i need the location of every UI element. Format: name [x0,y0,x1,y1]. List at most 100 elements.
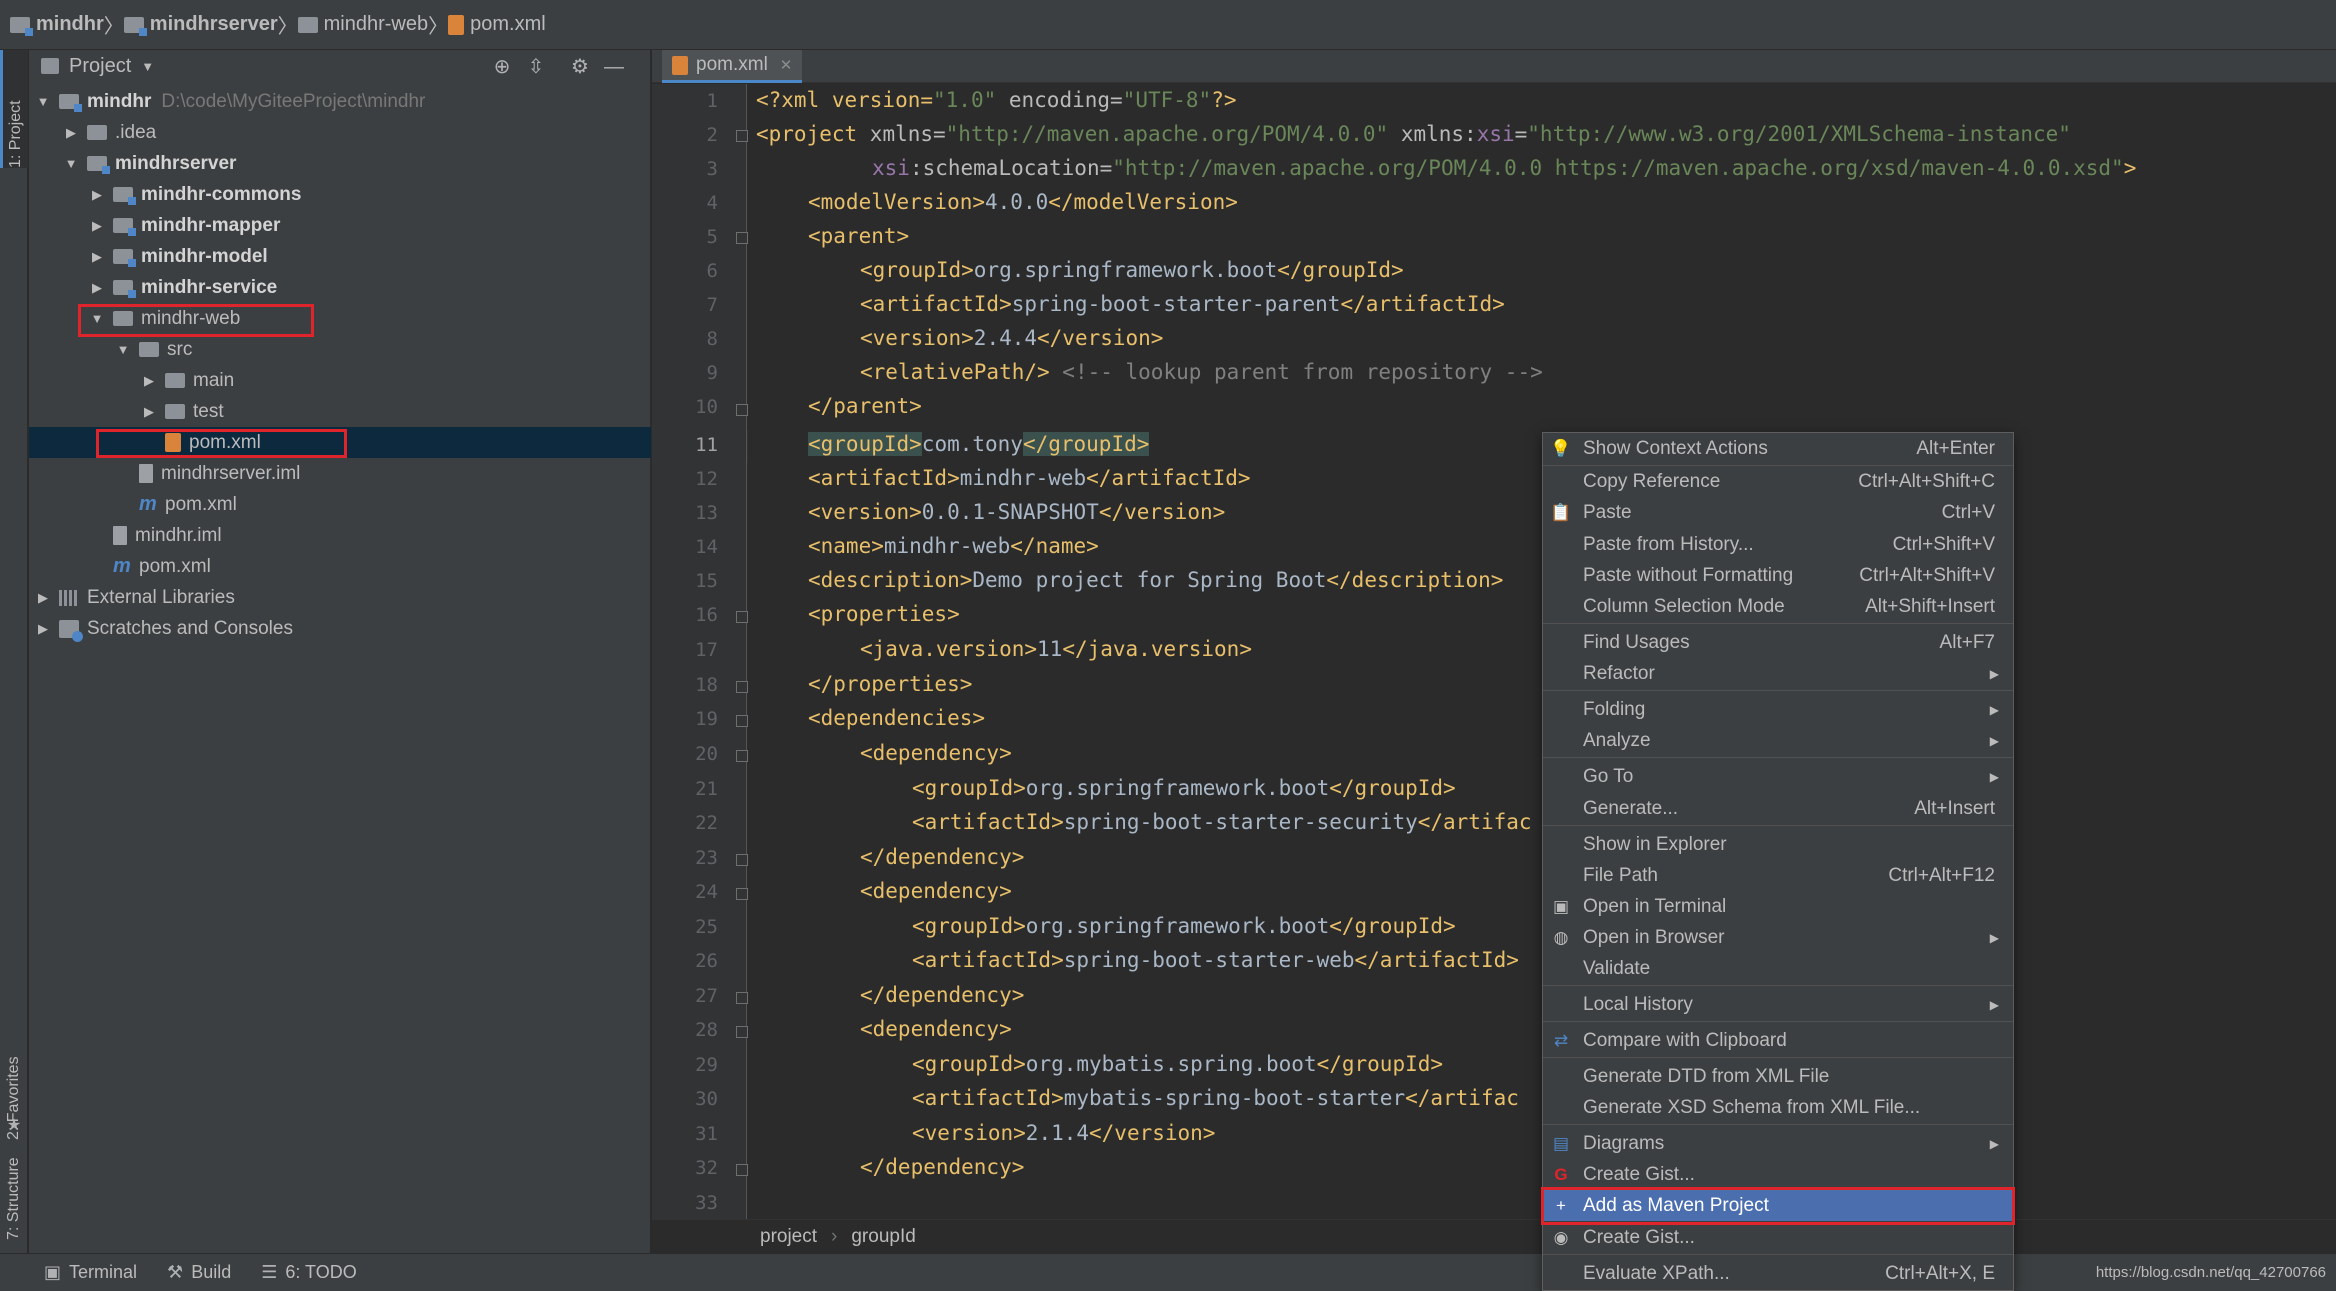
collapsed-arrow-icon[interactable]: ▶ [141,373,157,389]
breadcrumb-project[interactable]: project [760,1226,817,1248]
tool-tab-project[interactable]: 1: Project [0,50,28,168]
tree-item-external-libraries[interactable]: ▶ External Libraries [29,582,651,613]
expanded-arrow-icon[interactable]: ▼ [115,342,131,357]
tree-item-mindhr-model[interactable]: ▶ mindhr-model [29,241,651,272]
project-view-selector[interactable]: Project [69,55,131,78]
menu-item-copy-reference[interactable]: Copy Reference Ctrl+Alt+Shift+C [1543,466,2013,497]
menu-item-create-gist-gitee[interactable]: G Create Gist... [1543,1159,2013,1190]
breadcrumb-mindhrserver[interactable]: mindhrserver [123,0,278,50]
menu-item-refactor[interactable]: Refactor ▶ [1543,658,2013,689]
tree-item-mindhr-mapper[interactable]: ▶ mindhr-mapper [29,210,651,241]
menu-item-compare-with-clipboard[interactable]: ⇄ Compare with Clipboard [1543,1025,2013,1056]
terminal-icon: ▣ [1552,896,1570,916]
module-folder-icon [113,187,136,205]
collapsed-arrow-icon[interactable]: ▶ [63,125,79,141]
tree-item-mindhr-commons[interactable]: ▶ mindhr-commons [29,179,651,210]
code-line-24: <dependency> [860,879,1012,903]
breadcrumb-groupid[interactable]: groupId [851,1226,915,1248]
code-line-19: <dependencies> [808,706,986,730]
collapsed-arrow-icon[interactable]: ▶ [35,590,51,606]
fold-marker-icon[interactable] [736,854,748,866]
fold-marker-icon[interactable] [736,1026,748,1038]
collapsed-arrow-icon[interactable]: ▶ [35,621,51,637]
collapse-all-icon[interactable]: ⇳ [525,56,547,78]
gear-icon[interactable]: ⚙ [569,56,591,78]
menu-item-generate[interactable]: Generate... Alt+Insert [1543,793,2013,824]
collapsed-arrow-icon[interactable]: ▶ [89,218,105,234]
menu-item-paste-from-history[interactable]: Paste from History... Ctrl+Shift+V [1543,529,2013,560]
collapsed-arrow-icon[interactable]: ▶ [89,187,105,203]
collapsed-arrow-icon[interactable]: ▶ [89,249,105,265]
fold-marker-icon[interactable] [736,232,748,244]
menu-separator [1543,825,2013,826]
fold-marker-icon[interactable] [736,681,748,693]
close-icon[interactable]: ✕ [780,56,793,74]
menu-item-diagrams[interactable]: ▤ Diagrams ▶ [1543,1128,2013,1159]
editor-breadcrumb: project › groupId [652,1219,2336,1253]
menu-item-create-gist-github[interactable]: ◉ Create Gist... [1543,1222,2013,1253]
build-tab[interactable]: ⚒ Build [167,1262,231,1283]
menu-item-local-history[interactable]: Local History ▶ [1543,989,2013,1020]
expanded-arrow-icon[interactable]: ▼ [35,94,51,109]
menu-item-generate-xsd[interactable]: Generate XSD Schema from XML File... [1543,1092,2013,1123]
fold-marker-icon[interactable] [736,1164,748,1176]
expanded-arrow-icon[interactable]: ▼ [63,156,79,171]
menu-item-open-in-terminal[interactable]: ▣ Open in Terminal [1543,891,2013,922]
tree-item-mindhr-iml[interactable]: mindhr.iml [29,520,651,551]
tree-item-main[interactable]: ▶ main [29,365,651,396]
menu-item-find-usages[interactable]: Find Usages Alt+F7 [1543,627,2013,658]
editor-context-menu: 💡 Show Context Actions Alt+Enter Copy Refe… [1541,432,2015,1291]
tool-tab-structure[interactable]: 7: Structure [0,1120,28,1240]
tree-item-mindhr[interactable]: ▼ mindhr D:\code\MyGiteeProject\mindhr [29,86,651,117]
tree-item-server-pom-xml[interactable]: m pom.xml [29,489,651,520]
fold-marker-icon[interactable] [736,888,748,900]
menu-item-go-to[interactable]: Go To ▶ [1543,761,2013,792]
menu-item-paste-without-formatting[interactable]: Paste without Formatting Ctrl+Alt+Shift+V [1543,560,2013,591]
menu-item-evaluate-xpath[interactable]: Evaluate XPath... Ctrl+Alt+X, E [1543,1258,2013,1289]
line-number: 29 [695,1054,718,1076]
fold-marker-icon[interactable] [736,715,748,727]
menu-item-validate[interactable]: Validate [1543,953,2013,984]
breadcrumb-pom-xml[interactable]: pom.xml [448,0,546,50]
tree-item-test[interactable]: ▶ test [29,396,651,427]
menu-item-file-path[interactable]: File Path Ctrl+Alt+F12 [1543,860,2013,891]
tab-pom-xml[interactable]: pom.xml ✕ [662,50,803,83]
module-folder-icon [87,156,110,174]
menu-item-open-in-browser[interactable]: ◍ Open in Browser ▶ [1543,922,2013,953]
fold-marker-icon[interactable] [736,130,748,142]
submenu-arrow-icon: ▶ [1989,769,1999,784]
breadcrumb-separator: 〉 [103,16,124,38]
code-line-10: </parent> [808,394,922,418]
todo-tab[interactable]: ☰ 6: TODO [261,1262,357,1283]
line-number: 33 [695,1192,718,1214]
tree-item-mindhrserver-iml[interactable]: mindhrserver.iml [29,458,651,489]
fold-marker-icon[interactable] [736,992,748,1004]
breadcrumb-mindhr-web[interactable]: mindhr-web [297,0,428,50]
tree-item-root-pom-xml[interactable]: m pom.xml [29,551,651,582]
menu-item-analyze[interactable]: Analyze ▶ [1543,725,2013,756]
tree-item-mindhr-service[interactable]: ▶ mindhr-service [29,272,651,303]
list-icon: ☰ [261,1262,278,1282]
submenu-arrow-icon: ▶ [1989,997,1999,1012]
tree-item-scratches[interactable]: ▶ Scratches and Consoles [29,613,651,644]
breadcrumb-mindhr[interactable]: mindhr [10,0,104,50]
menu-item-folding[interactable]: Folding ▶ [1543,694,2013,725]
collapsed-arrow-icon[interactable]: ▶ [141,404,157,420]
hide-panel-icon[interactable]: — [603,56,625,78]
tree-item-src[interactable]: ▼ src [29,334,651,365]
collapsed-arrow-icon[interactable]: ▶ [89,280,105,296]
locate-file-icon[interactable]: ⊕ [491,56,513,78]
fold-marker-icon[interactable] [736,611,748,623]
fold-marker-icon[interactable] [736,750,748,762]
menu-item-show-in-explorer[interactable]: Show in Explorer [1543,829,2013,860]
menu-item-column-selection-mode[interactable]: Column Selection Mode Alt+Shift+Insert [1543,591,2013,622]
menu-item-generate-dtd[interactable]: Generate DTD from XML File [1543,1061,2013,1092]
terminal-tab[interactable]: ▣ Terminal [44,1262,137,1283]
menu-item-show-context-actions[interactable]: 💡 Show Context Actions Alt+Enter [1543,433,2013,464]
tree-item-idea[interactable]: ▶ .idea [29,117,651,148]
chevron-down-icon[interactable]: ▼ [141,59,154,74]
code-line-5: <parent> [808,224,910,248]
menu-item-paste[interactable]: 📋 Paste Ctrl+V [1543,497,2013,528]
fold-marker-icon[interactable] [736,404,748,416]
tree-item-mindhrserver[interactable]: ▼ mindhrserver [29,148,651,179]
